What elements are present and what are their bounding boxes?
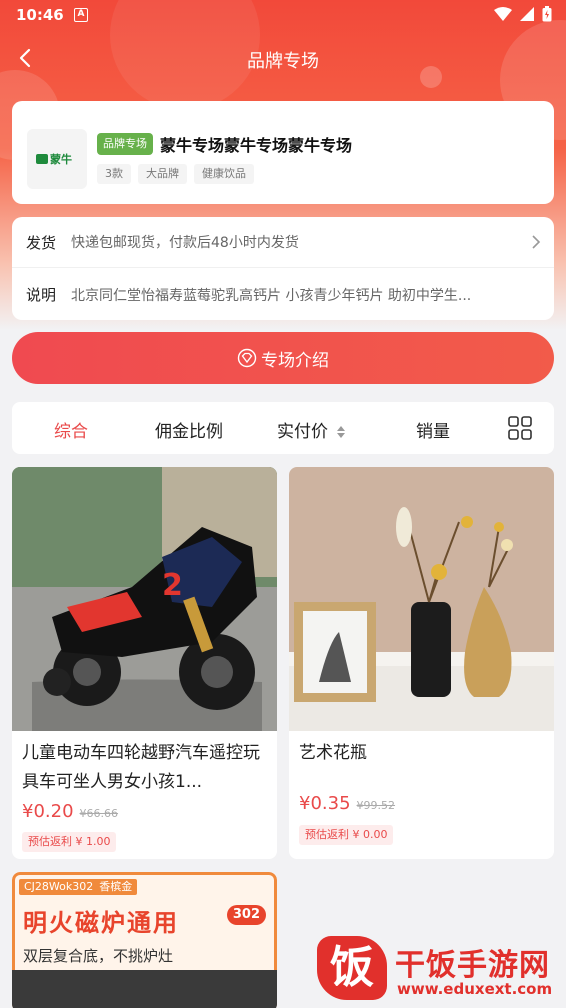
- page-title: 品牌专场: [247, 51, 319, 72]
- chip-category: 健康饮品: [194, 164, 254, 184]
- rebate-badge: 预估返利 ¥ 1.00: [22, 832, 117, 852]
- wok-banner-code: CJ28Wok302 香槟金: [19, 879, 138, 895]
- product-image-vase: [289, 467, 554, 731]
- battery-icon: [542, 6, 552, 22]
- product-image-motorcycle: 2: [12, 467, 277, 731]
- site-watermark: 饭 干饭手游网 www.eduxext.com: [313, 934, 563, 1004]
- sort-arrows-icon: [337, 426, 346, 438]
- brand-logo: 蒙牛: [27, 129, 87, 189]
- diamond-icon: [237, 348, 257, 368]
- wok-banner-badge: 302: [226, 905, 266, 925]
- signal-icon: [520, 7, 534, 21]
- product-old-price: ¥99.52: [356, 799, 396, 812]
- price-row: ¥0.35 ¥99.52: [299, 793, 395, 814]
- svg-text:2: 2: [162, 568, 183, 603]
- delivery-text: 快递包邮现货，付款后48小时内发货: [71, 235, 299, 251]
- status-time: 10:46: [16, 6, 64, 24]
- info-card: 发货 快递包邮现货，付款后48小时内发货 说明 北京同仁堂怡福寿蓝莓驼乳高钙片 …: [12, 217, 554, 320]
- sort-default[interactable]: 综合: [54, 417, 88, 442]
- product-card[interactable]: 2 儿童电动车四轮越野汽车遥控玩具车可坐人男女小孩1... ¥0.20 ¥66.…: [12, 467, 277, 859]
- brand-logo-icon: [36, 154, 48, 164]
- chevron-right-icon: [532, 235, 541, 249]
- watermark-name: 干饭手游网: [395, 948, 550, 983]
- product-image-wok: CJ28Wok302 香槟金 明火磁炉通用 302 双层复合底，不挑炉灶: [12, 872, 277, 1008]
- sort-price[interactable]: 实付价: [277, 417, 346, 442]
- product-old-price: ¥66.66: [79, 807, 119, 820]
- brand-name: 蒙牛专场蒙牛专场蒙牛专场: [160, 136, 353, 155]
- product-price: ¥0.35: [299, 793, 351, 814]
- sort-bar: 综合 佣金比例 实付价 销量: [12, 402, 554, 454]
- watermark-badge: 饭: [317, 936, 387, 1000]
- brand-chips: 3款 大品牌 健康饮品: [97, 164, 254, 184]
- chip-count: 3款: [97, 164, 131, 184]
- description-label: 说明: [26, 286, 57, 304]
- product-price: ¥0.20: [22, 801, 74, 822]
- wok-tag: 香槟金: [99, 880, 133, 893]
- wok-banner-subtitle: 双层复合底，不挑炉灶: [23, 947, 174, 965]
- sort-price-label: 实付价: [277, 422, 328, 442]
- brand-card: 蒙牛 品牌专场 蒙牛专场蒙牛专场蒙牛专场 3款 大品牌 健康饮品: [12, 101, 554, 204]
- delivery-row[interactable]: 发货 快递包邮现货，付款后48小时内发货: [12, 217, 554, 268]
- chip-big-brand: 大品牌: [138, 164, 187, 184]
- grid-view-icon[interactable]: [508, 416, 532, 440]
- product-card[interactable]: 艺术花瓶 ¥0.35 ¥99.52 预估返利 ¥ 0.00: [289, 467, 554, 859]
- intro-button-label: 专场介绍: [261, 350, 329, 371]
- price-row: ¥0.20 ¥66.66: [22, 801, 118, 822]
- product-title: 儿童电动车四轮越野汽车遥控玩具车可坐人男女小孩1...: [22, 743, 260, 792]
- brand-tag: 品牌专场: [97, 133, 153, 155]
- product-title: 艺术花瓶: [299, 743, 367, 763]
- description-text: 北京同仁堂怡福寿蓝莓驼乳高钙片 小孩青少年钙片 助初中学生...: [71, 287, 472, 304]
- rebate-badge: 预估返利 ¥ 0.00: [299, 825, 394, 845]
- description-row: 说明 北京同仁堂怡福寿蓝莓驼乳高钙片 小孩青少年钙片 助初中学生...: [12, 269, 554, 320]
- wok-code: CJ28Wok302: [24, 880, 94, 893]
- brand-logo-text: 蒙牛: [50, 153, 72, 166]
- intro-button[interactable]: 专场介绍: [12, 332, 554, 384]
- watermark-url: www.eduxext.com: [397, 980, 553, 998]
- sort-commission[interactable]: 佣金比例: [155, 417, 223, 442]
- wifi-icon: [494, 7, 512, 21]
- delivery-label: 发货: [26, 233, 57, 252]
- nav-bar: 品牌专场: [0, 38, 566, 82]
- notification-a-icon: A: [74, 8, 88, 22]
- product-card[interactable]: CJ28Wok302 香槟金 明火磁炉通用 302 双层复合底，不挑炉灶: [12, 872, 277, 1008]
- sort-sales[interactable]: 销量: [416, 417, 450, 442]
- status-bar: 10:46 A: [0, 0, 566, 30]
- wok-banner-title: 明火磁炉通用: [23, 909, 179, 937]
